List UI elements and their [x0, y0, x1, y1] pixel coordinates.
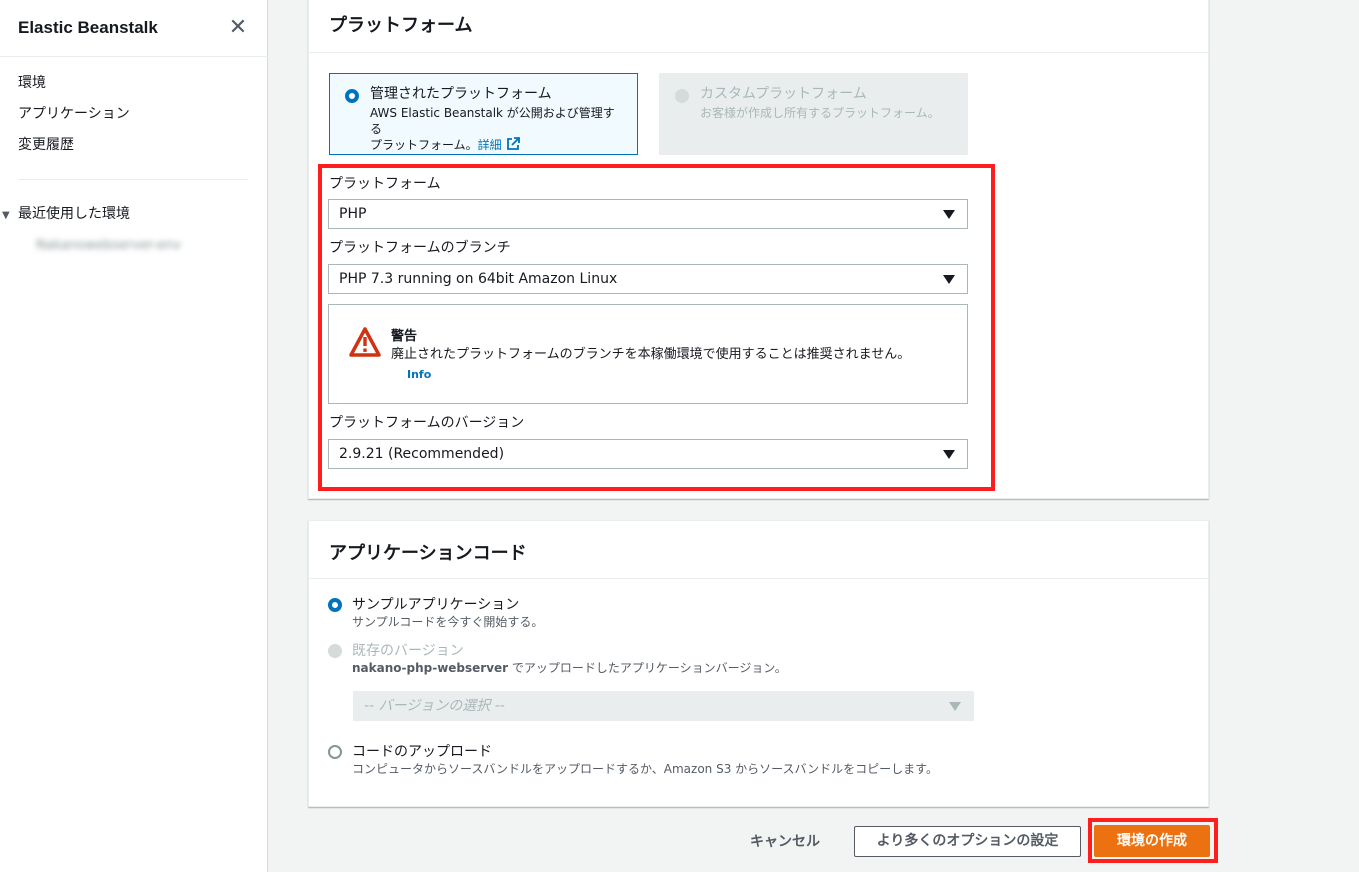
- existing-version-radio: [328, 644, 342, 658]
- sidebar-item-applications[interactable]: アプリケーション: [18, 103, 130, 134]
- custom-platform-label: カスタムプラットフォーム: [700, 86, 867, 102]
- details-link[interactable]: 詳細: [478, 138, 502, 152]
- sidebar-title: Elastic Beanstalk: [18, 18, 158, 37]
- managed-platform-radio[interactable]: [345, 89, 359, 103]
- sidebar-divider: [18, 179, 248, 180]
- upload-code-desc: コンピュータからソースバンドルをアップロードするか、Amazon S3 からソー…: [352, 762, 938, 776]
- managed-platform-label: 管理されたプラットフォーム: [370, 86, 552, 102]
- custom-platform-radio: [675, 89, 689, 103]
- managed-platform-desc: AWS Elastic Beanstalk が公開および管理する プラットフォー…: [370, 105, 623, 155]
- recent-environments-toggle[interactable]: ▼ 最近使用した環境: [0, 204, 130, 226]
- platform-panel-header: プラットフォーム: [309, 0, 1208, 53]
- existing-version-desc-text: でアップロードしたアプリケーションバージョン。: [508, 661, 787, 675]
- sidebar: Elastic Beanstalk ✕ 環境 アプリケーション 変更履歴 ▼ 最近…: [0, 0, 268, 872]
- sidebar-header: Elastic Beanstalk ✕: [18, 16, 250, 40]
- managed-platform-tile[interactable]: 管理されたプラットフォーム AWS Elastic Beanstalk が公開お…: [329, 73, 638, 155]
- caret-down-icon: ▼: [2, 210, 10, 221]
- sidebar-item-change-history[interactable]: 変更履歴: [18, 134, 130, 165]
- highlight-box-create: [1088, 818, 1218, 863]
- custom-platform-tile: カスタムプラットフォーム お客様が作成し所有するプラットフォーム。: [659, 73, 968, 155]
- sidebar-nav: 環境 アプリケーション 変更履歴: [18, 72, 130, 165]
- sidebar-divider: [0, 56, 268, 57]
- sample-application-label: サンプルアプリケーション: [352, 597, 520, 613]
- caret-down-icon: [949, 702, 961, 711]
- application-name: nakano-php-webserver: [352, 661, 509, 675]
- sidebar-item-environments[interactable]: 環境: [18, 72, 130, 103]
- existing-version-label: 既存のバージョン: [352, 643, 464, 659]
- application-code-panel-header: アプリケーションコード: [309, 521, 1208, 579]
- close-icon[interactable]: ✕: [226, 16, 250, 40]
- application-code-panel-title: アプリケーションコード: [329, 543, 527, 564]
- recent-environments-label: 最近使用した環境: [18, 206, 130, 222]
- custom-platform-desc: お客様が作成し所有するプラットフォーム。: [700, 106, 940, 120]
- cancel-button[interactable]: キャンセル: [740, 828, 830, 856]
- managed-platform-desc-line1: AWS Elastic Beanstalk が公開および管理する: [370, 106, 615, 136]
- sample-application-desc: サンプルコードを今すぐ開始する。: [352, 615, 544, 629]
- more-options-button[interactable]: より多くのオプションの設定: [854, 826, 1081, 857]
- external-link-icon[interactable]: [506, 137, 520, 155]
- upload-code-label: コードのアップロード: [352, 744, 492, 760]
- existing-version-desc: nakano-php-webserver でアップロードしたアプリケーションバー…: [352, 660, 787, 676]
- highlight-box-platform: [318, 164, 995, 491]
- platform-panel-title: プラットフォーム: [329, 15, 473, 36]
- version-select: -- バージョンの選択 --: [353, 691, 974, 721]
- upload-code-radio[interactable]: [328, 745, 342, 759]
- managed-platform-desc-line2: プラットフォーム。: [370, 138, 478, 152]
- version-select-placeholder: -- バージョンの選択 --: [364, 698, 505, 714]
- sample-application-radio[interactable]: [328, 598, 342, 612]
- recent-environment-link[interactable]: Nakanowebserver-env: [36, 238, 181, 254]
